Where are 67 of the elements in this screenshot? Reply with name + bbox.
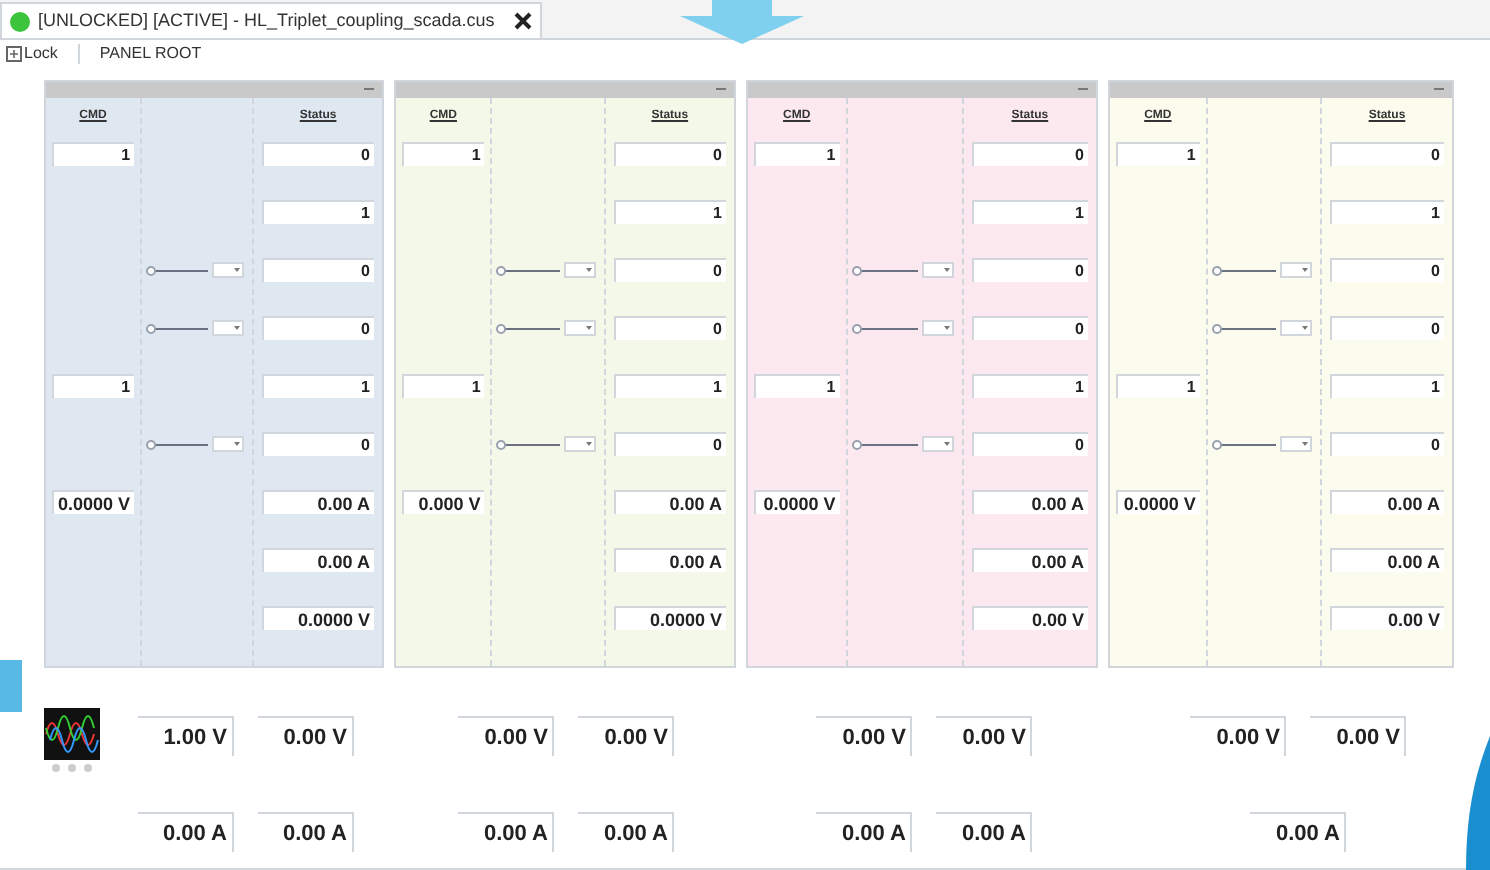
value-field: 0.0000 V bbox=[754, 490, 840, 514]
value-field: 0 bbox=[262, 142, 374, 166]
value-field: 1 bbox=[52, 374, 135, 398]
value-field: 1 bbox=[1116, 374, 1200, 398]
value-field: 1 bbox=[262, 200, 374, 224]
meter-value: 0.00 V bbox=[1190, 716, 1286, 756]
meter-value: 0.00 V bbox=[257, 716, 353, 756]
value-field: 1 bbox=[1116, 142, 1200, 166]
value-field: 1 bbox=[754, 142, 840, 166]
value-field: 1 bbox=[402, 142, 485, 166]
value-field: 1 bbox=[52, 142, 135, 166]
value-field: 1 bbox=[1330, 374, 1444, 398]
breadcrumb-label: PANEL ROOT bbox=[99, 42, 202, 66]
value-field: 0.0000 V bbox=[1116, 490, 1200, 514]
value-field: 1 bbox=[971, 200, 1088, 224]
value-field: 0.000 V bbox=[402, 490, 485, 514]
meter-value: 0.00 A bbox=[458, 812, 554, 852]
value-field: 0 bbox=[1330, 316, 1444, 340]
meter-value: 0.00 A bbox=[1250, 812, 1346, 852]
value-field: 0.00 A bbox=[262, 548, 374, 572]
value-field: 0 bbox=[613, 432, 726, 456]
meter-value: 0.00 V bbox=[578, 716, 674, 756]
document-tab[interactable]: [UNLOCKED] [ACTIVE] - HL_Triplet_coupling_scada.cus bbox=[0, 2, 543, 38]
value-field: 1 bbox=[971, 374, 1088, 398]
meter-value: 0.00 A bbox=[578, 812, 674, 852]
value-field: 0.0000 V bbox=[262, 606, 374, 630]
meter-value: 0.00 A bbox=[257, 812, 353, 852]
value-field: 0.00 A bbox=[971, 490, 1088, 514]
value-field: 0.00 A bbox=[1330, 490, 1444, 514]
value-field: 0 bbox=[971, 432, 1088, 456]
value-field: 0.00 A bbox=[1330, 548, 1444, 572]
meter-value: 0.00 A bbox=[816, 812, 912, 852]
value-field: 0.00 A bbox=[971, 548, 1088, 572]
value-field: 0 bbox=[1330, 142, 1444, 166]
value-field: 0 bbox=[971, 142, 1088, 166]
value-field: 0 bbox=[613, 316, 726, 340]
value-field: 0 bbox=[971, 258, 1088, 282]
value-field: 1 bbox=[754, 374, 840, 398]
value-field: 0 bbox=[262, 432, 374, 456]
lock-button[interactable]: Lock bbox=[6, 42, 58, 66]
meter-value: 0.00 A bbox=[137, 812, 233, 852]
value-field: 0 bbox=[262, 258, 374, 282]
value-field: 1 bbox=[613, 200, 726, 224]
value-field: 0 bbox=[1330, 432, 1444, 456]
value-field: 0.0000 V bbox=[52, 490, 135, 514]
meter-value: 0.00 V bbox=[936, 716, 1032, 756]
meter-value: 0.00 A bbox=[936, 812, 1032, 852]
value-field: 0 bbox=[1330, 258, 1444, 282]
value-field: 1 bbox=[613, 374, 726, 398]
value-field: 0.00 A bbox=[613, 490, 726, 514]
meter-value: 0.00 V bbox=[458, 716, 554, 756]
value-field: 0 bbox=[971, 316, 1088, 340]
meter-value: 0.00 V bbox=[816, 716, 912, 756]
value-field: 0.00 A bbox=[262, 490, 374, 514]
value-field: 1 bbox=[1330, 200, 1444, 224]
meter-value: 1.00 V bbox=[137, 716, 233, 756]
meter-value: 0.00 V bbox=[1310, 716, 1406, 756]
value-field: 0 bbox=[262, 316, 374, 340]
value-field: 1 bbox=[402, 374, 485, 398]
value-field: 0.0000 V bbox=[613, 606, 726, 630]
value-field: 0.00 A bbox=[613, 548, 726, 572]
value-field: 0.00 V bbox=[1330, 606, 1444, 630]
value-field: 0 bbox=[613, 258, 726, 282]
value-field: 0 bbox=[613, 142, 726, 166]
tab-title: [UNLOCKED] [ACTIVE] - HL_Triplet_coupling_scada.cus bbox=[38, 7, 495, 34]
value-field: 0.00 V bbox=[971, 606, 1088, 630]
value-field: 1 bbox=[262, 374, 374, 398]
